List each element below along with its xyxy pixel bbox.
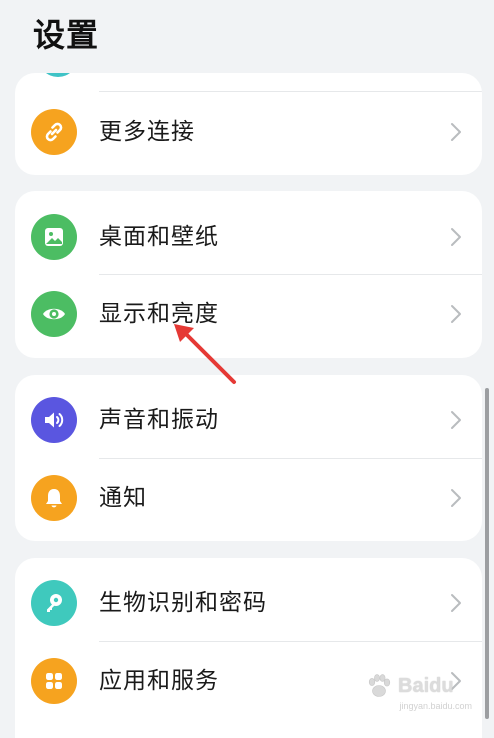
watermark-text: Baidu	[398, 674, 454, 697]
settings-item-more-connections[interactable]: 更多连接	[15, 91, 482, 173]
key-icon	[31, 580, 77, 626]
settings-item-wallpaper[interactable]: 桌面和壁纸	[15, 196, 482, 278]
speaker-icon	[31, 397, 77, 443]
settings-item-label: 生物识别和密码	[99, 590, 267, 616]
bell-icon	[31, 475, 77, 521]
watermark-subtext: jingyan.baidu.com	[399, 701, 472, 711]
settings-item-sound-vibration[interactable]: 声音和振动	[15, 379, 482, 461]
paw-icon	[368, 674, 391, 697]
link-icon	[31, 109, 77, 155]
chevron-right-icon	[451, 594, 461, 612]
annotation-arrow-icon	[174, 324, 236, 384]
chevron-right-icon	[451, 489, 461, 507]
settings-item-display-brightness[interactable]: 显示和亮度	[15, 273, 482, 355]
settings-item-label: 声音和振动	[99, 407, 219, 433]
settings-group-sound: 声音和振动 通知	[15, 375, 482, 541]
settings-group-security: 生物识别和密码 应用和服务	[15, 558, 482, 738]
settings-item-biometrics-password[interactable]: 生物识别和密码	[15, 562, 482, 644]
page-title: 设置	[33, 16, 100, 54]
settings-item-label: 桌面和壁纸	[99, 224, 219, 250]
partial-item-icon	[38, 73, 78, 77]
baidu-watermark: Baidu jingyan.baidu.com	[364, 669, 474, 711]
settings-item-notifications[interactable]: 通知	[15, 457, 482, 539]
chevron-right-icon	[451, 123, 461, 141]
wallpaper-icon	[31, 214, 77, 260]
settings-group-connections: 更多连接	[15, 73, 482, 175]
chevron-right-icon	[451, 228, 461, 246]
apps-icon	[31, 658, 77, 704]
settings-item-label: 通知	[99, 485, 147, 511]
settings-item-label: 应用和服务	[99, 668, 219, 694]
chevron-right-icon	[451, 305, 461, 323]
settings-item-label: 更多连接	[99, 119, 195, 145]
chevron-right-icon	[451, 411, 461, 429]
scrollbar[interactable]	[485, 388, 489, 719]
settings-group-display: 桌面和壁纸 显示和亮度	[15, 191, 482, 358]
eye-icon	[31, 291, 77, 337]
